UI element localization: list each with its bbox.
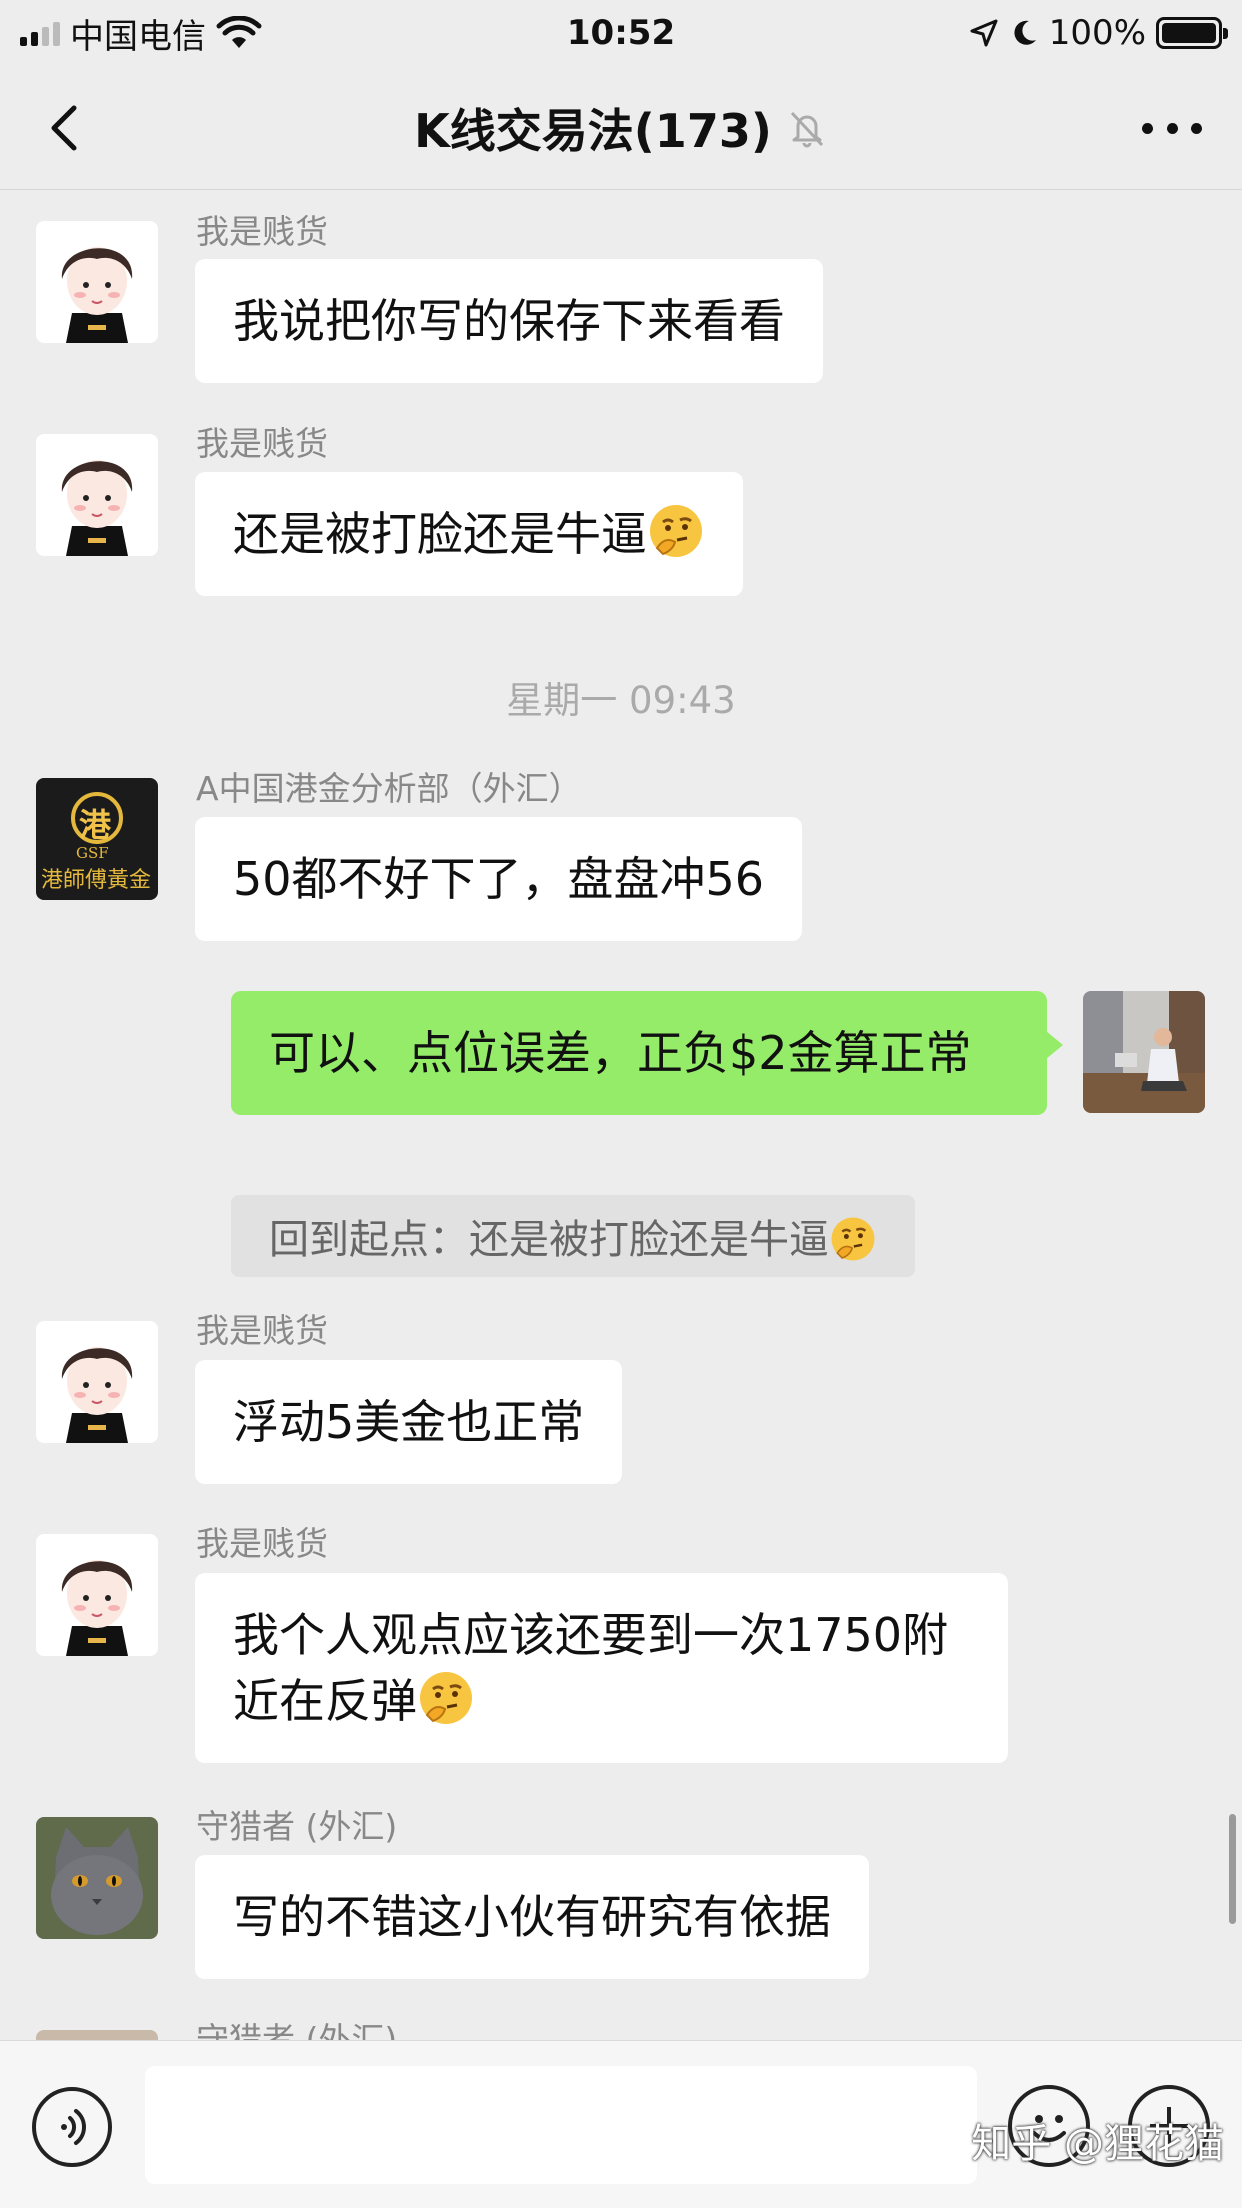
avatar-cartoon-boy[interactable] [36,434,158,556]
status-right: 100% [969,13,1228,53]
avatar-gray-cat[interactable] [36,1817,158,1939]
back-chevron-icon[interactable] [38,100,94,156]
chat-title: K线交易法(173) [414,103,772,158]
avatar-cat-partial[interactable] [36,2030,158,2040]
more-icon[interactable] [1142,108,1202,148]
carrier-label: 中国电信 [70,16,206,57]
status-left: 中国电信 [20,9,262,58]
message-text: 我个人观点应该还要到一次1750附近在反弹 [233,1608,949,1728]
voice-icon[interactable] [32,2087,112,2167]
nav-bar: K线交易法(173) [0,66,1242,190]
thinking-emoji-icon [831,1217,875,1261]
my-message-bubble[interactable]: 可以、点位误差，正负$2金算正常 [231,991,1063,1115]
message-bubble[interactable]: 50都不好下了，盘盘冲56 [195,817,803,941]
signal-icon [20,20,60,46]
logo-character: 港 [79,806,112,844]
message-bubble[interactable]: 我说把你写的保存下来看看 [195,259,823,383]
quoted-reply[interactable]: 回到起点：还是被打脸还是牛逼 [231,1195,915,1277]
my-avatar[interactable] [1083,991,1205,1113]
avatar-cartoon-boy[interactable] [36,221,158,343]
message-bubble[interactable]: 写的不错这小伙有研究有依据 [195,1855,869,1979]
input-bar: 知乎 @狸花猫 [0,2040,1242,2208]
time-separator: 星期一 09:43 [506,679,736,722]
sender-name: 守猎者 (外汇) [196,2020,398,2040]
logo-abbrev: GSF [76,844,109,862]
sender-name: 我是贱货 [196,1311,328,1350]
message-bubble[interactable]: 还是被打脸还是牛逼 [195,472,743,596]
status-bar: 中国电信 10:52 100% [0,0,1242,66]
sender-name: 我是贱货 [196,424,328,463]
thinking-emoji-icon [650,505,702,557]
sender-name: 我是贱货 [196,212,328,251]
scrollbar[interactable] [1229,1814,1236,1924]
mute-bell-icon [790,111,823,147]
moon-icon [1014,20,1036,45]
message-input[interactable] [145,2066,977,2184]
avatar-cartoon-boy[interactable] [36,1534,158,1656]
message-bubble[interactable]: 浮动5美金也正常 [195,1360,623,1484]
battery-icon [1156,17,1228,49]
avatar-gold-logo[interactable]: 港 GSF 港師傅黃金 [36,778,158,900]
sender-name: A中国港金分析部（外汇） [196,769,582,808]
chat-area[interactable]: 我是贱货 我说把你写的保存下来看看 我是贱货 还是被打脸还是牛逼 星期一 09:… [0,191,1242,2040]
watermark: 知乎 @狸花猫 [971,2121,1224,2167]
sender-name: 守猎者 (外汇) [196,1807,398,1846]
avatar-cartoon-boy[interactable] [36,1321,158,1443]
wifi-icon [216,16,262,48]
message-text: 还是被打脸还是牛逼 [233,507,647,561]
battery-percent: 100% [1048,13,1146,53]
sender-name: 我是贱货 [196,1524,328,1563]
message-bubble[interactable]: 我个人观点应该还要到一次1750附近在反弹 [195,1573,1008,1763]
thinking-emoji-icon [420,1672,472,1724]
location-arrow-icon [970,19,998,47]
logo-caption: 港師傅黃金 [41,868,152,893]
quoted-text: 回到起点：还是被打脸还是牛逼 [269,1217,829,1263]
